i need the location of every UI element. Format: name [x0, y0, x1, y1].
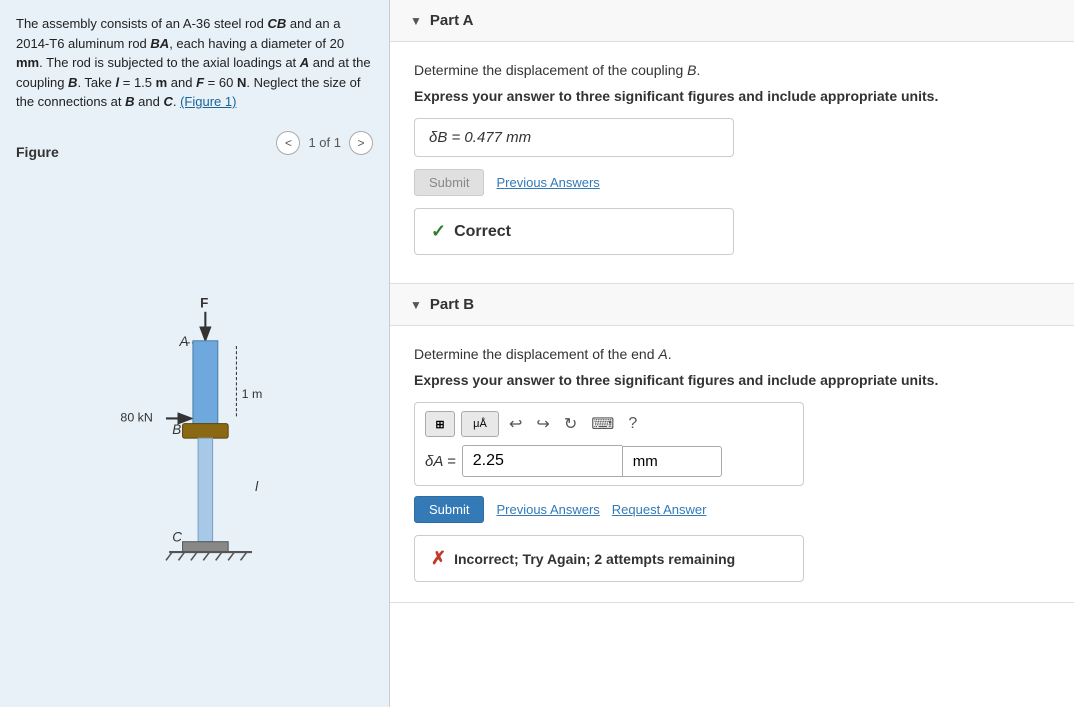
part-b-x-icon: ✗ [431, 548, 446, 569]
part-b-toolbar-row: ⊞ μÅ ↩ ↪ ↻ ⌨ [425, 411, 793, 437]
part-b-input-row: δA = [425, 445, 793, 477]
part-a-chevron: ▼ [410, 14, 422, 28]
keyboard-button[interactable]: ⌨ [587, 412, 618, 436]
part-a-correct-label: Correct [454, 223, 511, 241]
keyboard-icon: ⌨ [591, 416, 614, 433]
part-b-toolbar-box: ⊞ μÅ ↩ ↪ ↻ ⌨ [414, 402, 804, 486]
part-a-submit-row: Submit Previous Answers [414, 169, 1050, 196]
figure-prev-button[interactable]: < [276, 131, 300, 155]
part-b-title: Part B [430, 296, 474, 313]
part-a-header[interactable]: ▼ Part A [390, 0, 1074, 42]
part-b-header[interactable]: ▼ Part B [390, 284, 1074, 326]
figure-svg: F A 80 kN 1 m B l [75, 289, 315, 579]
figure-count: 1 of 1 [308, 135, 341, 150]
part-b-submit-button[interactable]: Submit [414, 496, 484, 523]
grid-icon-button[interactable]: ⊞ [425, 411, 455, 437]
part-b-question: Determine the displacement of the end A. [414, 346, 1050, 362]
svg-text:B: B [172, 422, 181, 437]
part-a-correct-box: ✓ Correct [414, 208, 734, 255]
part-b-incorrect-box: ✗ Incorrect; Try Again; 2 attempts remai… [414, 535, 804, 582]
refresh-icon: ↻ [564, 416, 577, 433]
part-b-delta-label: δA = [425, 453, 456, 470]
part-b-incorrect-label: Incorrect; Try Again; 2 attempts remaini… [454, 551, 735, 567]
part-a-question: Determine the displacement of the coupli… [414, 62, 1050, 78]
figure-nav: < 1 of 1 > [276, 131, 373, 155]
part-b-section: ▼ Part B Determine the displacement of t… [390, 284, 1074, 603]
undo-button[interactable]: ↩ [505, 412, 526, 436]
svg-text:l: l [255, 479, 259, 494]
left-panel: The assembly consists of an A-36 steel r… [0, 0, 390, 707]
part-b-submit-row: Submit Previous Answers Request Answer [414, 496, 1050, 523]
question-icon: ? [628, 415, 637, 432]
redo-button[interactable]: ↪ [532, 412, 553, 436]
part-a-answer-formula: δB = 0.477 mm [429, 129, 531, 146]
help-button[interactable]: ? [624, 413, 641, 435]
figure-link[interactable]: (Figure 1) [180, 94, 236, 109]
right-panel: ▼ Part A Determine the displacement of t… [390, 0, 1074, 707]
refresh-button[interactable]: ↻ [560, 412, 581, 436]
part-a-checkmark-icon: ✓ [431, 221, 446, 242]
part-a-title: Part A [430, 12, 474, 29]
part-a-section: ▼ Part A Determine the displacement of t… [390, 0, 1074, 284]
part-b-unit-input[interactable] [622, 446, 722, 477]
part-a-answer-box: δB = 0.477 mm [414, 118, 734, 157]
micro-unit-button[interactable]: μÅ [461, 411, 499, 437]
figure-area: F A 80 kN 1 m B l [16, 176, 373, 694]
part-b-instruction: Express your answer to three significant… [414, 372, 1050, 388]
part-b-content: Determine the displacement of the end A.… [390, 326, 1074, 602]
svg-text:F: F [200, 296, 208, 311]
svg-text:C: C [172, 530, 182, 545]
part-b-chevron: ▼ [410, 298, 422, 312]
part-a-instruction: Express your answer to three significant… [414, 88, 1050, 104]
part-a-submit-button[interactable]: Submit [414, 169, 484, 196]
svg-text:80 kN: 80 kN [120, 411, 152, 425]
redo-icon: ↪ [536, 416, 549, 433]
part-b-value-input[interactable] [462, 445, 622, 477]
problem-text: The assembly consists of an A-36 steel r… [16, 14, 373, 112]
part-b-request-answer-link[interactable]: Request Answer [612, 502, 707, 517]
mu-icon: μÅ [473, 418, 487, 430]
svg-text:1 m: 1 m [241, 387, 262, 401]
part-a-content: Determine the displacement of the coupli… [390, 42, 1074, 283]
part-b-prev-answers-link[interactable]: Previous Answers [496, 502, 599, 517]
figure-next-button[interactable]: > [349, 131, 373, 155]
svg-text:A: A [178, 334, 188, 349]
figure-label: Figure [16, 144, 59, 160]
grid-icon: ⊞ [435, 418, 444, 431]
part-a-prev-answers-link[interactable]: Previous Answers [496, 175, 599, 190]
undo-icon: ↩ [509, 416, 522, 433]
